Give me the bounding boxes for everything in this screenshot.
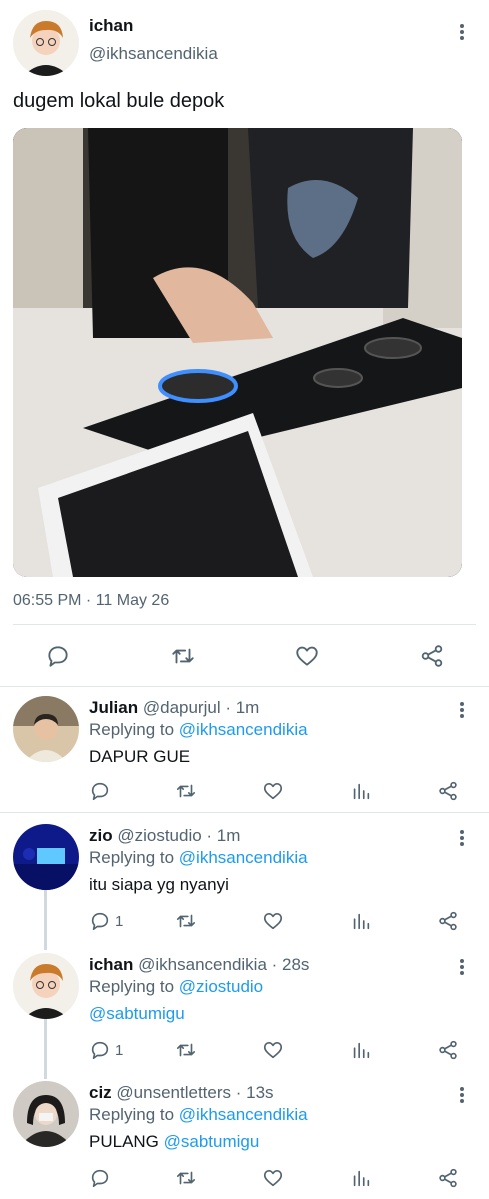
divider xyxy=(0,686,489,687)
reply-author-meta[interactable]: @dapurjul · 1m xyxy=(143,698,259,717)
avatar[interactable] xyxy=(13,1081,79,1147)
reply-actions xyxy=(0,778,489,806)
reply-text-body: DAPUR GUE xyxy=(89,747,191,766)
divider xyxy=(13,624,476,625)
replying-to: Replying to @ziostudio xyxy=(89,977,263,997)
reply-author-name[interactable]: zio xyxy=(89,826,113,845)
reply-text-body: PULANG xyxy=(89,1132,164,1151)
more-options-icon[interactable] xyxy=(456,1085,468,1105)
reply-header: Julian @dapurjul · 1m xyxy=(89,698,259,718)
reply-text-body: itu siapa yg nyanyi xyxy=(89,875,229,894)
replying-to-link[interactable]: @ziostudio xyxy=(179,977,263,996)
reply-author-meta[interactable]: @ziostudio · 1m xyxy=(117,826,240,845)
reply-author-meta[interactable]: @unsentletters · 13s xyxy=(116,1083,273,1102)
share-icon[interactable] xyxy=(437,910,459,932)
tweet-text: dugem lokal bule depok xyxy=(13,90,225,112)
reply-icon[interactable] xyxy=(45,643,71,669)
tweet-actions xyxy=(0,636,489,676)
more-options-icon[interactable] xyxy=(456,700,468,720)
reply-author-name[interactable]: ichan xyxy=(89,955,133,974)
analytics-icon[interactable] xyxy=(350,1167,372,1189)
share-icon[interactable] xyxy=(419,643,445,669)
like-icon[interactable] xyxy=(262,780,284,802)
replying-to-link[interactable]: @ikhsancendikia xyxy=(179,720,308,739)
replying-to-label: Replying to xyxy=(89,1105,179,1124)
tweet-media[interactable] xyxy=(13,128,462,577)
avatar[interactable] xyxy=(13,824,79,890)
author-name[interactable]: ichan xyxy=(89,16,133,36)
replying-to: Replying to @ikhsancendikia xyxy=(89,848,308,868)
more-options-icon[interactable] xyxy=(456,22,468,42)
analytics-icon[interactable] xyxy=(350,780,372,802)
reply-tweet[interactable]: ichan @ikhsancendikia · 28s Replying to … xyxy=(0,945,489,1073)
divider xyxy=(0,812,489,813)
reply-text: PULANG @sabtumigu xyxy=(89,1132,259,1152)
reply-count: 1 xyxy=(115,912,124,930)
reply-text: @sabtumigu xyxy=(89,1004,185,1024)
retweet-icon[interactable] xyxy=(170,643,196,669)
reply-icon[interactable]: 1 xyxy=(89,1039,123,1061)
reply-header: ichan @ikhsancendikia · 28s xyxy=(89,955,309,975)
reply-actions xyxy=(0,1165,489,1193)
replying-to-link[interactable]: @ikhsancendikia xyxy=(179,848,308,867)
replying-to: Replying to @ikhsancendikia xyxy=(89,720,308,740)
reply-text: itu siapa yg nyanyi xyxy=(89,875,229,895)
analytics-icon[interactable] xyxy=(350,1039,372,1061)
share-icon[interactable] xyxy=(437,1167,459,1189)
reply-icon[interactable] xyxy=(89,780,115,802)
avatar[interactable] xyxy=(13,953,79,1019)
reply-actions: 1 xyxy=(0,1037,489,1065)
like-icon[interactable] xyxy=(262,910,284,932)
reply-tweet[interactable]: zio @ziostudio · 1m Replying to @ikhsanc… xyxy=(0,816,489,944)
share-icon[interactable] xyxy=(437,780,459,802)
reply-icon[interactable] xyxy=(89,1167,115,1189)
retweet-icon[interactable] xyxy=(175,1039,197,1061)
retweet-icon[interactable] xyxy=(175,780,197,802)
replying-to-link[interactable]: @ikhsancendikia xyxy=(179,1105,308,1124)
reply-author-meta[interactable]: @ikhsancendikia · 28s xyxy=(138,955,309,974)
main-tweet: ichan @ikhsancendikia dugem lokal bule d… xyxy=(0,0,489,688)
share-icon[interactable] xyxy=(437,1039,459,1061)
more-options-icon[interactable] xyxy=(456,828,468,848)
reply-tweet[interactable]: ciz @unsentletters · 13s Replying to @ik… xyxy=(0,1073,489,1199)
like-icon[interactable] xyxy=(294,643,320,669)
analytics-icon[interactable] xyxy=(350,910,372,932)
retweet-icon[interactable] xyxy=(175,1167,197,1189)
avatar[interactable] xyxy=(13,696,79,762)
like-icon[interactable] xyxy=(262,1167,284,1189)
replying-to: Replying to @ikhsancendikia xyxy=(89,1105,308,1125)
replying-to-label: Replying to xyxy=(89,720,179,739)
reply-header: ciz @unsentletters · 13s xyxy=(89,1083,274,1103)
more-options-icon[interactable] xyxy=(456,957,468,977)
author-handle[interactable]: @ikhsancendikia xyxy=(89,44,218,64)
reply-actions: 1 xyxy=(0,908,489,936)
replying-to-label: Replying to xyxy=(89,977,179,996)
mention-link[interactable]: @sabtumigu xyxy=(89,1004,185,1023)
reply-icon[interactable]: 1 xyxy=(89,910,123,932)
reply-header: zio @ziostudio · 1m xyxy=(89,826,240,846)
reply-author-name[interactable]: Julian xyxy=(89,698,138,717)
retweet-icon[interactable] xyxy=(175,910,197,932)
reply-tweet[interactable]: Julian @dapurjul · 1m Replying to @ikhsa… xyxy=(0,688,489,812)
mention-link[interactable]: @sabtumigu xyxy=(164,1132,260,1151)
reply-count: 1 xyxy=(115,1041,124,1059)
reply-author-name[interactable]: ciz xyxy=(89,1083,112,1102)
replying-to-label: Replying to xyxy=(89,848,179,867)
reply-text: DAPUR GUE xyxy=(89,747,190,767)
tweet-timestamp[interactable]: 06:55 PM · 11 May 26 xyxy=(13,592,169,610)
like-icon[interactable] xyxy=(262,1039,284,1061)
avatar[interactable] xyxy=(13,10,79,76)
